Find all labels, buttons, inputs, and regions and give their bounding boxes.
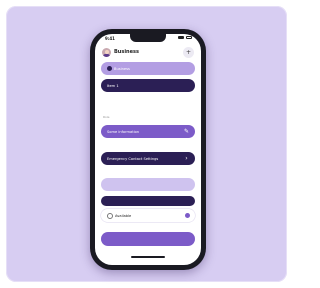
header-title: Business (114, 49, 139, 55)
list-item-emergency[interactable]: Emergency Contact Settings › (101, 152, 195, 165)
list-item-label: Business (114, 66, 130, 71)
list-item-faint[interactable] (101, 178, 195, 191)
phone-screen: 9:41 Business + Business Item 1 Role Som… (95, 34, 201, 265)
plus-icon[interactable]: + (183, 47, 194, 58)
list-item-available[interactable]: Available (101, 209, 195, 222)
toggle-icon[interactable] (185, 213, 190, 218)
list-item-dark[interactable] (101, 196, 195, 206)
avatar-face (104, 49, 109, 54)
bottom-action-bar[interactable] (101, 232, 195, 246)
phone-mockup: 9:41 Business + Business Item 1 Role Som… (90, 29, 206, 270)
status-icons (178, 36, 192, 39)
list-item-info[interactable]: Some information ✎ (101, 125, 195, 138)
avatar-body (103, 54, 110, 57)
list-item-label: Available (115, 213, 132, 218)
phone-notch (130, 34, 166, 42)
radio-dot-icon (107, 66, 112, 71)
section-label: Role (103, 115, 110, 119)
lock-icon (107, 212, 113, 219)
status-time: 9:41 (105, 36, 115, 41)
app-header: Business + (102, 47, 194, 59)
list-item-business[interactable]: Business (101, 62, 195, 75)
canvas: 9:41 Business + Business Item 1 Role Som… (0, 0, 293, 288)
chevron-right-icon: › (185, 155, 188, 162)
list-item-label: Emergency Contact Settings (107, 156, 159, 161)
battery-icon (186, 36, 192, 39)
edit-icon[interactable]: ✎ (183, 128, 190, 135)
avatar[interactable] (102, 48, 111, 57)
list-item-label: Some information (107, 129, 140, 134)
list-item-1[interactable]: Item 1 (101, 79, 195, 92)
home-indicator (131, 256, 165, 258)
list-item-label: Item 1 (107, 83, 119, 88)
signal-icon (178, 36, 184, 39)
